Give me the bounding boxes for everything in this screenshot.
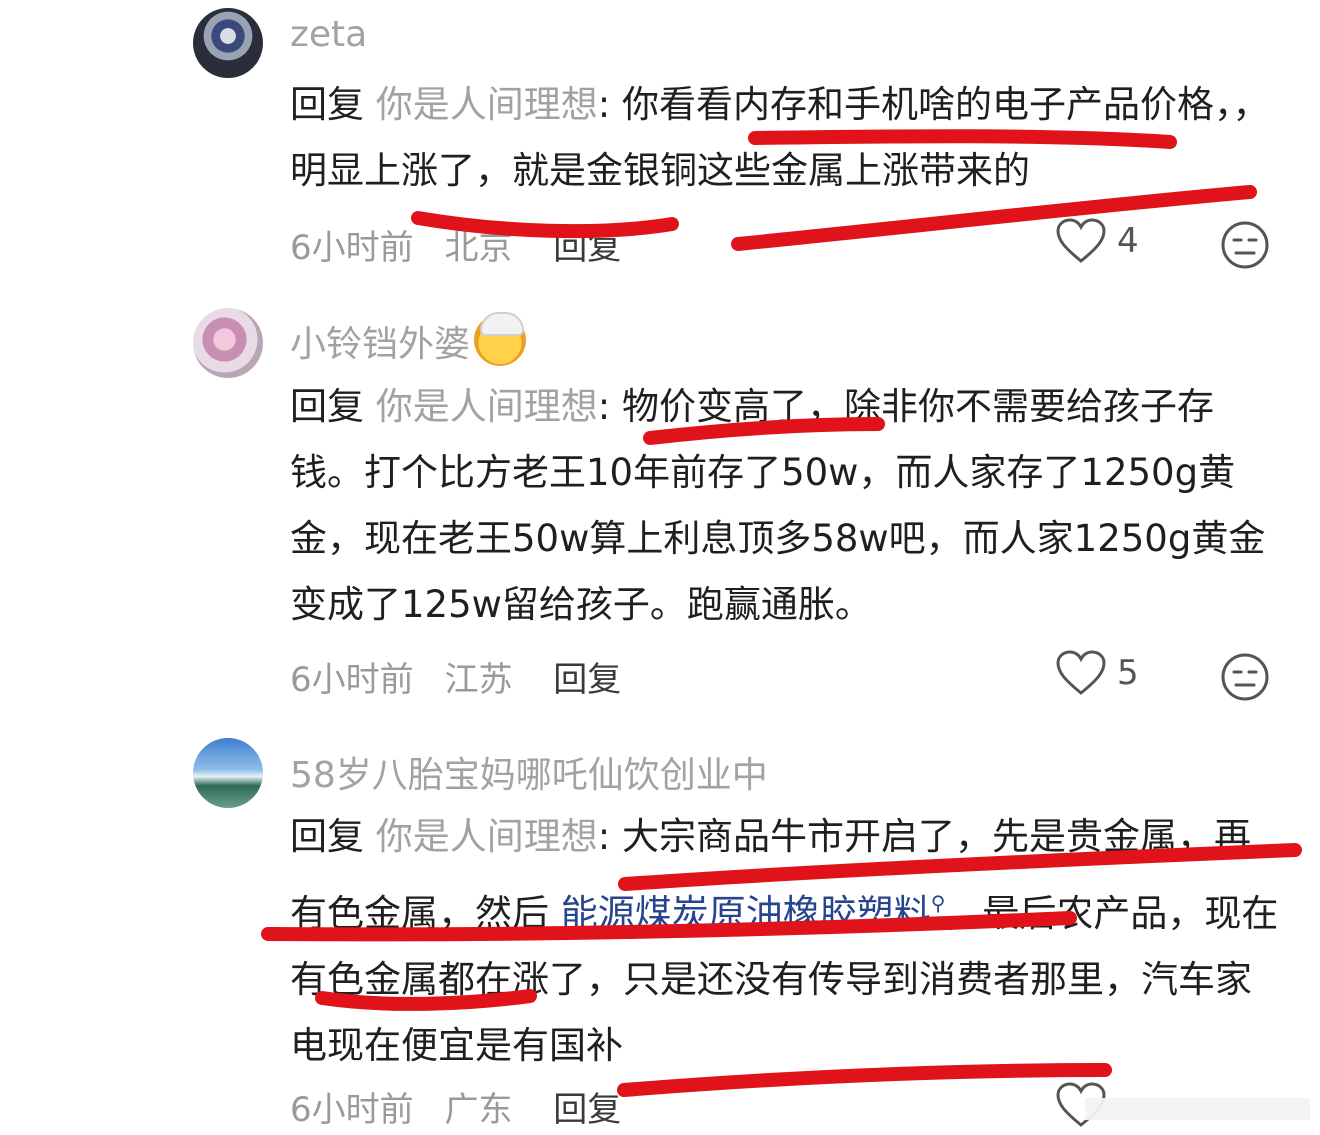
search-icon[interactable]: ⚲ bbox=[931, 891, 946, 915]
username[interactable]: 58岁八胎宝妈哪吒仙饮创业中 bbox=[290, 746, 768, 798]
comment-meta: 6小时前 北京 回复 bbox=[290, 220, 641, 269]
dislike-face-icon[interactable] bbox=[1220, 652, 1270, 702]
reply-prefix: 回复 bbox=[290, 815, 364, 858]
watermark-bar bbox=[1085, 1098, 1310, 1120]
timestamp: 6小时前 bbox=[290, 1090, 414, 1130]
grandma-emoji-icon bbox=[474, 312, 527, 366]
reply-prefix: 回复 bbox=[290, 385, 364, 428]
avatar[interactable] bbox=[193, 8, 263, 78]
dislike-face-icon[interactable] bbox=[1220, 220, 1270, 270]
comment-text: 回复 你是人间理想: 物价变高了，除非你不需要给孩子存钱。打个比方老王10年前存… bbox=[290, 374, 1280, 638]
heart-icon bbox=[1056, 218, 1106, 263]
reply-button[interactable]: 回复 bbox=[553, 228, 621, 268]
avatar[interactable] bbox=[193, 308, 263, 378]
username[interactable]: zeta bbox=[290, 14, 367, 55]
location: 北京 bbox=[444, 228, 513, 268]
reply-target[interactable]: 你是人间理想 bbox=[376, 815, 598, 858]
comment-text: 回复 你是人间理想: 大宗商品牛市开启了，先是贵金属，再有色金属，然后 能源煤炭… bbox=[290, 804, 1280, 1079]
heart-icon bbox=[1056, 650, 1106, 695]
like-count: 4 bbox=[1117, 221, 1139, 261]
like-button[interactable]: 4 bbox=[1055, 218, 1139, 264]
reply-target[interactable]: 你是人间理想 bbox=[376, 83, 598, 126]
location: 江苏 bbox=[444, 660, 513, 700]
avatar[interactable] bbox=[193, 738, 263, 808]
location: 广东 bbox=[444, 1090, 513, 1130]
like-button[interactable]: 5 bbox=[1055, 650, 1139, 696]
timestamp: 6小时前 bbox=[290, 660, 414, 700]
comment-text: 回复 你是人间理想: 你看看内存和手机啥的电子产品价格，，明显上涨了，就是金银铜… bbox=[290, 72, 1280, 204]
like-count: 5 bbox=[1117, 653, 1139, 693]
comment-meta: 6小时前 江苏 回复 bbox=[290, 652, 641, 701]
comment-meta: 6小时前 广东 回复 bbox=[290, 1082, 641, 1131]
search-link[interactable]: 能源煤炭原油橡胶塑料 bbox=[561, 892, 931, 935]
username[interactable]: 小铃铛外婆 bbox=[290, 312, 527, 367]
reply-prefix: 回复 bbox=[290, 83, 364, 126]
reply-button[interactable]: 回复 bbox=[553, 660, 621, 700]
reply-button[interactable]: 回复 bbox=[553, 1090, 621, 1130]
timestamp: 6小时前 bbox=[290, 228, 414, 268]
username-text: 小铃铛外婆 bbox=[290, 324, 471, 365]
reply-target[interactable]: 你是人间理想 bbox=[376, 385, 598, 428]
